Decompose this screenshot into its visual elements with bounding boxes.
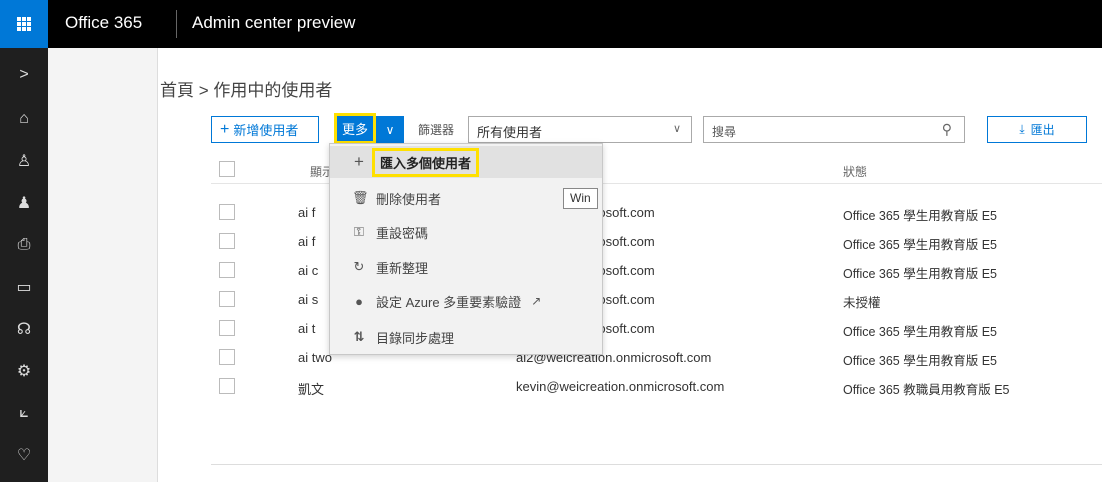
row-checkbox[interactable] bbox=[219, 262, 235, 278]
user-name[interactable]: ai s bbox=[298, 292, 318, 307]
user-email: kevin@weicreation.onmicrosoft.com bbox=[516, 379, 725, 394]
menu-item-azure-mfa[interactable]: ● 設定 Azure 多重要素驗證 ↗ bbox=[330, 285, 602, 317]
search-icon: ⚲ bbox=[941, 121, 952, 137]
plus-icon: + bbox=[220, 120, 230, 138]
external-link-icon: ↗ bbox=[531, 294, 542, 308]
lock-icon: ● bbox=[355, 293, 363, 309]
breadcrumb: 首頁 > 作用中的使用者 bbox=[160, 81, 333, 100]
download-icon: ⤓ bbox=[1019, 122, 1025, 136]
app-title: Admin center preview bbox=[192, 13, 356, 32]
user-name[interactable]: ai f bbox=[298, 234, 315, 249]
user-status: Office 365 教職員用教育版 E5 bbox=[843, 383, 1010, 397]
menu-item-delete-user[interactable]: 🗑 刪除使用者 bbox=[330, 182, 602, 214]
groups-icon[interactable]: ♟ bbox=[0, 182, 48, 224]
reports-icon[interactable]: ⟀ bbox=[0, 392, 48, 434]
add-user-label: 新增使用者 bbox=[233, 123, 299, 138]
settings-icon[interactable]: ⚙ bbox=[0, 350, 48, 392]
export-button[interactable]: ⤓ 匯出 bbox=[987, 116, 1087, 143]
refresh-label: 重新整理 bbox=[376, 260, 429, 276]
user-name[interactable]: ai c bbox=[298, 263, 318, 278]
menu-item-reset-password[interactable]: ⚿ 重設密碼 bbox=[330, 216, 602, 248]
row-checkbox[interactable] bbox=[219, 204, 235, 220]
filter-dropdown[interactable]: 所有使用者 ∨ bbox=[468, 116, 692, 143]
refresh-icon: ↻ bbox=[353, 259, 365, 274]
more-menu: + 匯入多個使用者 🗑 刪除使用者 ⚿ 重設密碼 ↻ 重新整理 ● 設定 Azu… bbox=[329, 143, 603, 355]
left-nav: > ⌂ ♙ ♟ ⎙ ▭ ☊ ⚙ ⟀ ♡ bbox=[0, 48, 48, 482]
search-placeholder: 搜尋 bbox=[712, 125, 737, 139]
user-name[interactable]: ai two bbox=[298, 350, 332, 365]
search-input[interactable]: 搜尋 ⚲ bbox=[703, 116, 965, 143]
user-name[interactable]: ai t bbox=[298, 321, 315, 336]
row-checkbox[interactable] bbox=[219, 233, 235, 249]
directory-sync-label: 目錄同步處理 bbox=[376, 330, 455, 346]
export-label: 匯出 bbox=[1030, 123, 1055, 137]
more-button[interactable]: 更多 bbox=[334, 113, 376, 144]
row-checkbox[interactable] bbox=[219, 349, 235, 365]
home-icon[interactable]: ⌂ bbox=[0, 98, 48, 140]
brand-title[interactable]: Office 365 bbox=[65, 13, 142, 33]
key-icon: ⚿ bbox=[354, 224, 364, 239]
tooltip: Win bbox=[563, 188, 598, 209]
expand-chevron-icon[interactable]: > bbox=[0, 54, 48, 96]
filter-value: 所有使用者 bbox=[477, 125, 543, 140]
chevron-down-icon[interactable]: ∨ bbox=[376, 116, 404, 143]
add-user-button[interactable]: + 新增使用者 bbox=[211, 116, 319, 143]
menu-item-directory-sync[interactable]: ⇅ 目錄同步處理 bbox=[330, 321, 602, 353]
user-status: Office 365 學生用教育版 E5 bbox=[843, 325, 997, 339]
user-name[interactable]: 凱文 bbox=[298, 379, 324, 398]
azure-mfa-label: 設定 Azure 多重要素驗證 bbox=[376, 294, 522, 310]
resources-icon[interactable]: ⎙ bbox=[0, 224, 48, 266]
user-status: 未授權 bbox=[843, 296, 881, 310]
app-launcher-button[interactable] bbox=[0, 0, 48, 48]
plus-icon: + bbox=[354, 152, 364, 171]
waffle-icon bbox=[17, 17, 31, 31]
column-header-status[interactable]: 狀態 bbox=[843, 163, 867, 180]
table-row[interactable]: 凱文 kevin@weicreation.onmicrosoft.com Off… bbox=[211, 372, 1102, 402]
user-status: Office 365 學生用教育版 E5 bbox=[843, 354, 997, 368]
user-status: Office 365 學生用教育版 E5 bbox=[843, 238, 997, 252]
support-icon[interactable]: ☊ bbox=[0, 308, 48, 350]
reset-password-label: 重設密碼 bbox=[376, 225, 429, 241]
select-all-checkbox[interactable] bbox=[219, 161, 235, 177]
billing-icon[interactable]: ▭ bbox=[0, 266, 48, 308]
user-status: Office 365 學生用教育版 E5 bbox=[843, 209, 997, 223]
user-name[interactable]: ai f bbox=[298, 205, 315, 220]
chevron-down-icon: ∨ bbox=[672, 123, 681, 135]
top-bar: Office 365 Admin center preview bbox=[0, 0, 1102, 48]
row-checkbox[interactable] bbox=[219, 291, 235, 307]
filter-label: 篩選器 bbox=[418, 123, 455, 137]
menu-item-import-users[interactable]: + 匯入多個使用者 bbox=[330, 146, 602, 178]
trash-icon: 🗑 bbox=[352, 190, 369, 205]
user-status: Office 365 學生用教育版 E5 bbox=[843, 267, 997, 281]
divider bbox=[176, 10, 177, 38]
health-icon[interactable]: ♡ bbox=[0, 434, 48, 476]
user-icon[interactable]: ♙ bbox=[0, 140, 48, 182]
collapsed-nav-pane bbox=[48, 48, 158, 482]
row-checkbox[interactable] bbox=[219, 378, 235, 394]
sync-arrows-icon: ⇅ bbox=[353, 329, 365, 344]
import-users-label: 匯入多個使用者 bbox=[372, 147, 480, 177]
row-checkbox[interactable] bbox=[219, 320, 235, 336]
delete-user-label: 刪除使用者 bbox=[376, 191, 442, 207]
divider bbox=[211, 464, 1102, 465]
menu-item-refresh[interactable]: ↻ 重新整理 bbox=[330, 251, 602, 283]
